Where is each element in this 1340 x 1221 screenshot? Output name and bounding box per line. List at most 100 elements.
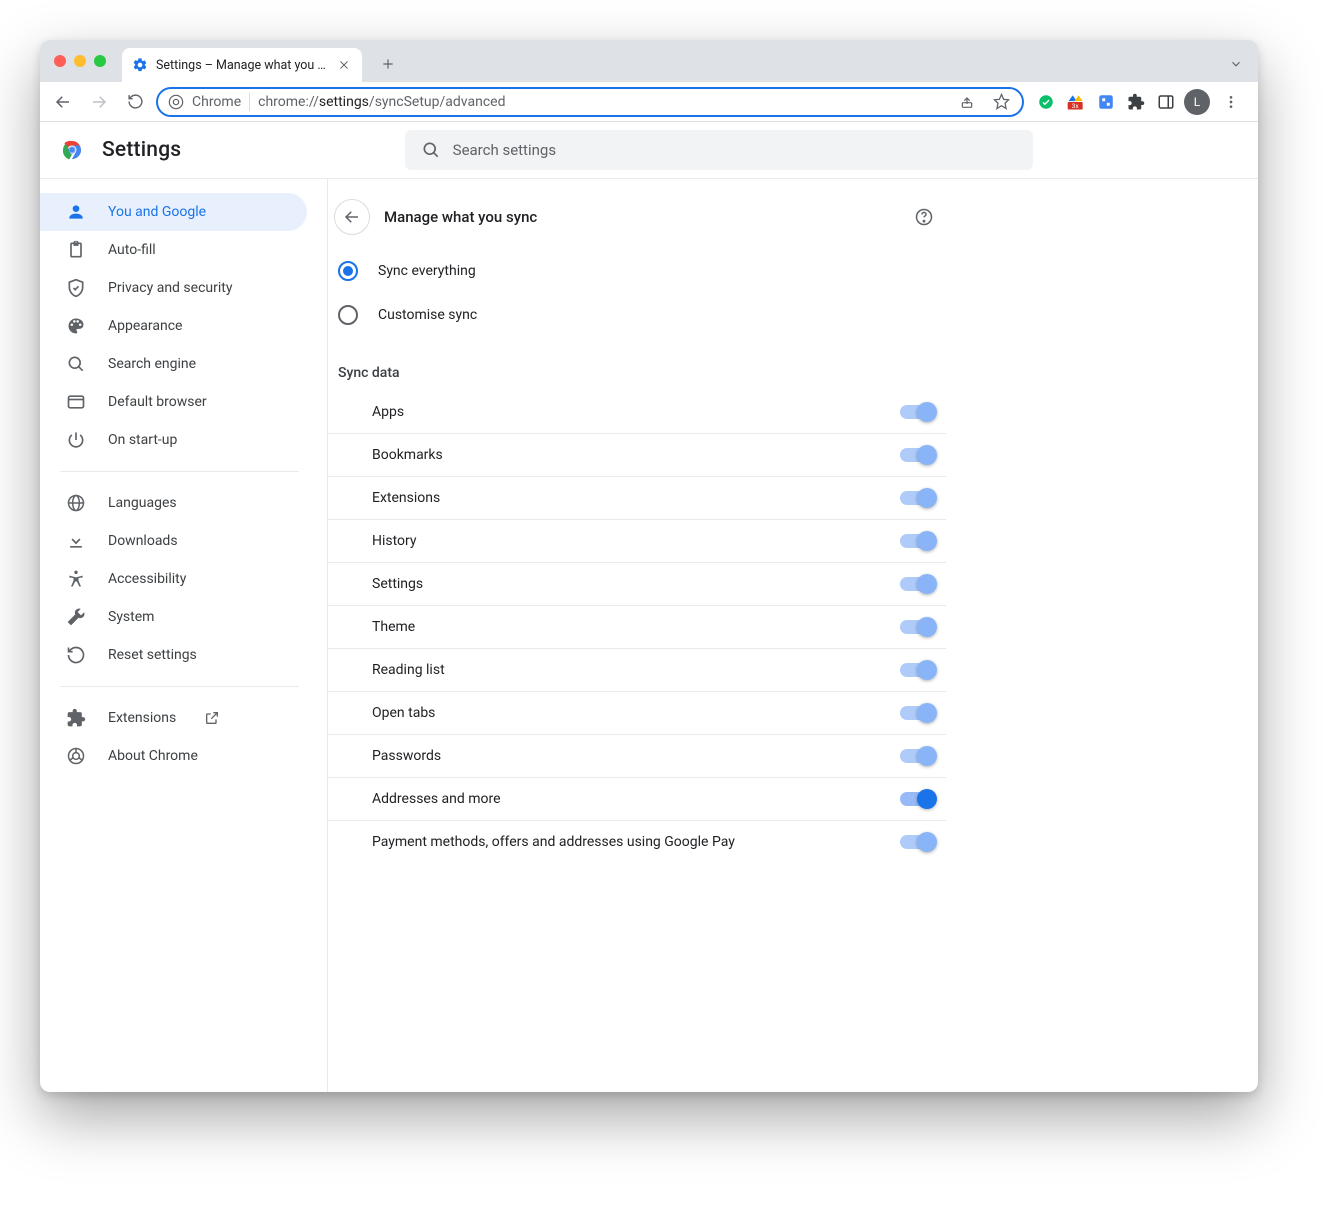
toggle[interactable]	[900, 448, 934, 462]
extension-icon-1[interactable]	[1034, 90, 1058, 114]
download-icon	[66, 531, 86, 551]
sidebar-item-extensions[interactable]: Extensions	[40, 699, 307, 737]
extension-icon-2[interactable]: 3x	[1064, 90, 1088, 114]
sync-row-open-tabs: Open tabs	[328, 692, 946, 735]
sidebar-item-on-start-up[interactable]: On start-up	[40, 421, 307, 459]
sync-row-apps: Apps	[328, 391, 946, 434]
sync-row-extensions: Extensions	[328, 477, 946, 520]
palette-icon	[66, 316, 86, 336]
toggle[interactable]	[900, 577, 934, 591]
share-icon[interactable]	[954, 89, 980, 115]
omnibox-divider	[249, 93, 250, 111]
sync-row-theme: Theme	[328, 606, 946, 649]
radio-customise-sync[interactable]: Customise sync	[328, 293, 946, 337]
sync-row-payment-methods-offers-and-addresses-using-google-pay: Payment methods, offers and addresses us…	[328, 821, 946, 863]
sidebar-item-label: Extensions	[108, 710, 176, 726]
sync-row-label: Settings	[372, 576, 423, 592]
sync-row-label: History	[372, 533, 417, 549]
close-window-button[interactable]	[54, 55, 66, 67]
browser-window: Settings – Manage what you sy Chrome	[40, 40, 1258, 1092]
toggle[interactable]	[900, 835, 934, 849]
toggle[interactable]	[900, 534, 934, 548]
minimize-window-button[interactable]	[74, 55, 86, 67]
sidebar-item-privacy-and-security[interactable]: Privacy and security	[40, 269, 307, 307]
search-icon	[421, 140, 441, 160]
maximize-window-button[interactable]	[94, 55, 106, 67]
toggle[interactable]	[900, 706, 934, 720]
sidebar-item-you-and-google[interactable]: You and Google	[40, 193, 307, 231]
sidebar-item-label: About Chrome	[108, 748, 198, 764]
new-tab-button[interactable]	[374, 50, 402, 78]
puzzle-icon	[66, 708, 86, 728]
extensions-menu-icon[interactable]	[1124, 90, 1148, 114]
radio-sync-everything[interactable]: Sync everything	[328, 249, 946, 293]
clipboard-icon	[66, 240, 86, 260]
panel-header: Manage what you sync	[328, 195, 946, 239]
sync-row-label: Extensions	[372, 490, 440, 506]
back-button[interactable]	[48, 87, 78, 117]
sync-row-label: Payment methods, offers and addresses us…	[372, 834, 735, 850]
sidebar-item-appearance[interactable]: Appearance	[40, 307, 307, 345]
close-tab-button[interactable]	[336, 57, 352, 73]
sidebar-item-label: Accessibility	[108, 571, 186, 587]
url-text: chrome://settings/syncSetup/advanced	[258, 94, 946, 110]
url-scheme-label: Chrome	[192, 94, 241, 110]
sidebar-item-reset-settings[interactable]: Reset settings	[40, 636, 307, 674]
help-button[interactable]	[908, 201, 940, 233]
browser-icon	[66, 392, 86, 412]
person-icon	[66, 202, 86, 222]
toggle[interactable]	[900, 792, 934, 806]
search-placeholder: Search settings	[453, 141, 556, 159]
bookmark-icon[interactable]	[988, 89, 1014, 115]
extension-icons: 3x L	[1030, 87, 1250, 117]
shield-icon	[66, 278, 86, 298]
settings-sidebar: You and GoogleAuto-fill Privacy and secur…	[40, 179, 328, 1092]
chrome-icon	[168, 94, 184, 110]
page-title: Settings	[102, 138, 181, 162]
sidebar-item-default-browser[interactable]: Default browser	[40, 383, 307, 421]
window-controls	[48, 55, 116, 67]
address-bar[interactable]: Chrome chrome://settings/syncSetup/advan…	[156, 87, 1024, 117]
sidebar-item-accessibility[interactable]: Accessibility	[40, 560, 307, 598]
sync-row-label: Bookmarks	[372, 447, 443, 463]
extension-icon-3[interactable]	[1094, 90, 1118, 114]
sidebar-item-label: Search engine	[108, 356, 196, 372]
sync-row-label: Passwords	[372, 748, 441, 764]
sync-row-history: History	[328, 520, 946, 563]
sidebar-item-about-chrome[interactable]: About Chrome	[40, 737, 307, 775]
wrench-icon	[66, 607, 86, 627]
gear-icon	[132, 57, 148, 73]
radio-label: Sync everything	[378, 263, 476, 279]
sidebar-item-languages[interactable]: Languages	[40, 484, 307, 522]
reload-button[interactable]	[120, 87, 150, 117]
forward-button[interactable]	[84, 87, 114, 117]
toggle[interactable]	[900, 491, 934, 505]
tab-overflow-button[interactable]	[1222, 50, 1250, 78]
sync-row-addresses-and-more: Addresses and more	[328, 778, 946, 821]
toggle[interactable]	[900, 663, 934, 677]
search-settings-input[interactable]: Search settings	[405, 130, 1033, 170]
restore-icon	[66, 645, 86, 665]
globe-icon	[66, 493, 86, 513]
toggle[interactable]	[900, 620, 934, 634]
browser-menu-button[interactable]	[1216, 87, 1246, 117]
external-link-icon	[204, 710, 220, 726]
sidebar-divider	[60, 471, 299, 472]
browser-toolbar: Chrome chrome://settings/syncSetup/advan…	[40, 82, 1258, 122]
sidebar-item-downloads[interactable]: Downloads	[40, 522, 307, 560]
sidebar-item-search-engine[interactable]: Search engine	[40, 345, 307, 383]
panel-back-button[interactable]	[334, 199, 370, 235]
sync-mode-radios: Sync everything Customise sync	[328, 239, 946, 347]
sidebar-item-system[interactable]: System	[40, 598, 307, 636]
settings-body: You and GoogleAuto-fill Privacy and secur…	[40, 178, 1258, 1092]
browser-tab[interactable]: Settings – Manage what you sy	[122, 48, 362, 82]
side-panel-icon[interactable]	[1154, 90, 1178, 114]
toggle[interactable]	[900, 749, 934, 763]
profile-avatar[interactable]: L	[1184, 89, 1210, 115]
chrome-icon	[66, 746, 86, 766]
toggle[interactable]	[900, 405, 934, 419]
sidebar-item-label: Privacy and security	[108, 280, 232, 296]
sidebar-item-label: Languages	[108, 495, 177, 511]
sync-panel: Manage what you sync Sync everything Cu	[328, 179, 946, 1092]
sidebar-item-auto-fill[interactable]: Auto-fill	[40, 231, 307, 269]
